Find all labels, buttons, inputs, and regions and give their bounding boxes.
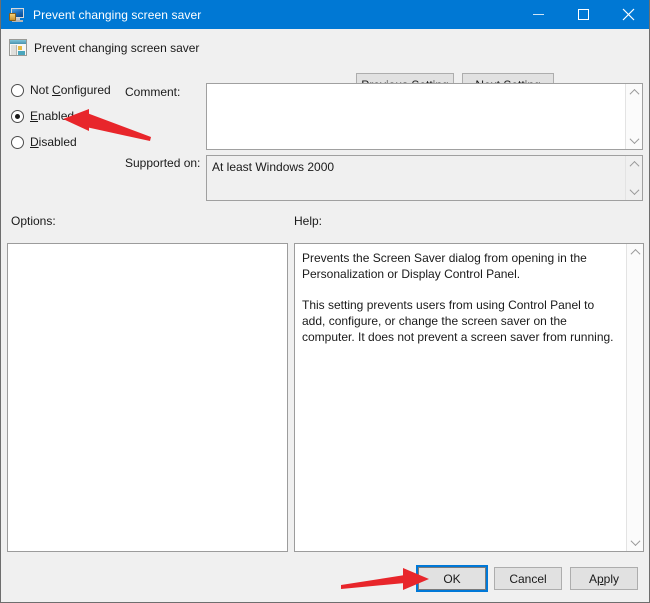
setting-name: Prevent changing screen saver xyxy=(34,41,200,55)
policy-setting-icon xyxy=(9,39,27,56)
radio-not-configured-indicator xyxy=(11,83,24,97)
ok-button[interactable]: OK xyxy=(416,565,488,592)
help-content: Prevents the Screen Saver dialog from op… xyxy=(295,244,626,551)
help-paragraph: Prevents the Screen Saver dialog from op… xyxy=(302,251,587,281)
supported-scroll-up-icon[interactable] xyxy=(626,156,642,173)
radio-disabled-indicator xyxy=(11,135,24,149)
comment-textarea[interactable] xyxy=(206,83,643,150)
minimize-icon xyxy=(533,14,544,15)
close-icon xyxy=(622,8,635,21)
help-label: Help: xyxy=(294,214,323,228)
help-pane[interactable]: Prevents the Screen Saver dialog from op… xyxy=(294,243,644,552)
comment-scroll-up-icon[interactable] xyxy=(626,84,642,101)
apply-button-accel: p xyxy=(596,571,604,586)
monitor-icon xyxy=(9,7,25,23)
comment-label: Comment: xyxy=(125,85,181,99)
apply-button-post: ply xyxy=(603,571,620,586)
comment-value[interactable] xyxy=(207,84,625,149)
supported-on-value: At least Windows 2000 xyxy=(212,160,335,174)
help-paragraph: This setting prevents users from using C… xyxy=(302,298,614,344)
window-title: Prevent changing screen saver xyxy=(33,7,202,22)
supported-on-label: Supported on: xyxy=(125,156,201,170)
radio-not-configured[interactable]: Not Configured xyxy=(11,81,111,99)
supported-scroll-down-icon[interactable] xyxy=(626,183,642,200)
minimize-button[interactable] xyxy=(516,0,561,29)
title-bar: Prevent changing screen saver xyxy=(1,0,649,29)
supported-on-scrollbar[interactable] xyxy=(625,156,642,200)
ok-button-label: OK xyxy=(443,571,461,586)
cancel-button-label: Cancel xyxy=(509,571,547,586)
radio-disabled-label: Disabled xyxy=(30,135,77,149)
comment-scroll-down-icon[interactable] xyxy=(626,132,642,149)
options-label: Options: xyxy=(11,214,56,228)
maximize-icon xyxy=(578,9,589,20)
window-controls xyxy=(516,0,649,29)
help-scrollbar[interactable] xyxy=(626,244,643,551)
options-content xyxy=(8,244,287,256)
arrow-pointing-to-ok xyxy=(341,568,429,590)
help-scroll-up-icon[interactable] xyxy=(627,244,643,261)
apply-button-pre: A xyxy=(588,571,597,586)
radio-enabled[interactable]: Enabled xyxy=(11,107,74,125)
close-button[interactable] xyxy=(606,0,649,29)
apply-button[interactable]: Ap ply xyxy=(570,567,638,590)
setting-header: Prevent changing screen saver Previous S… xyxy=(1,29,649,96)
radio-enabled-label: Enabled xyxy=(30,109,75,123)
cancel-button[interactable]: Cancel xyxy=(494,567,562,590)
supported-on-field[interactable]: At least Windows 2000 xyxy=(206,155,643,201)
radio-enabled-indicator xyxy=(11,109,24,123)
maximize-button[interactable] xyxy=(561,0,606,29)
radio-disabled[interactable]: Disabled xyxy=(11,133,77,151)
options-pane[interactable] xyxy=(7,243,288,552)
radio-not-configured-label: Not Configured xyxy=(30,83,111,97)
group-policy-setting-dialog: Prevent changing screen saver Prevent ch… xyxy=(0,0,650,603)
help-scroll-down-icon[interactable] xyxy=(627,534,643,551)
comment-scrollbar[interactable] xyxy=(625,84,642,149)
